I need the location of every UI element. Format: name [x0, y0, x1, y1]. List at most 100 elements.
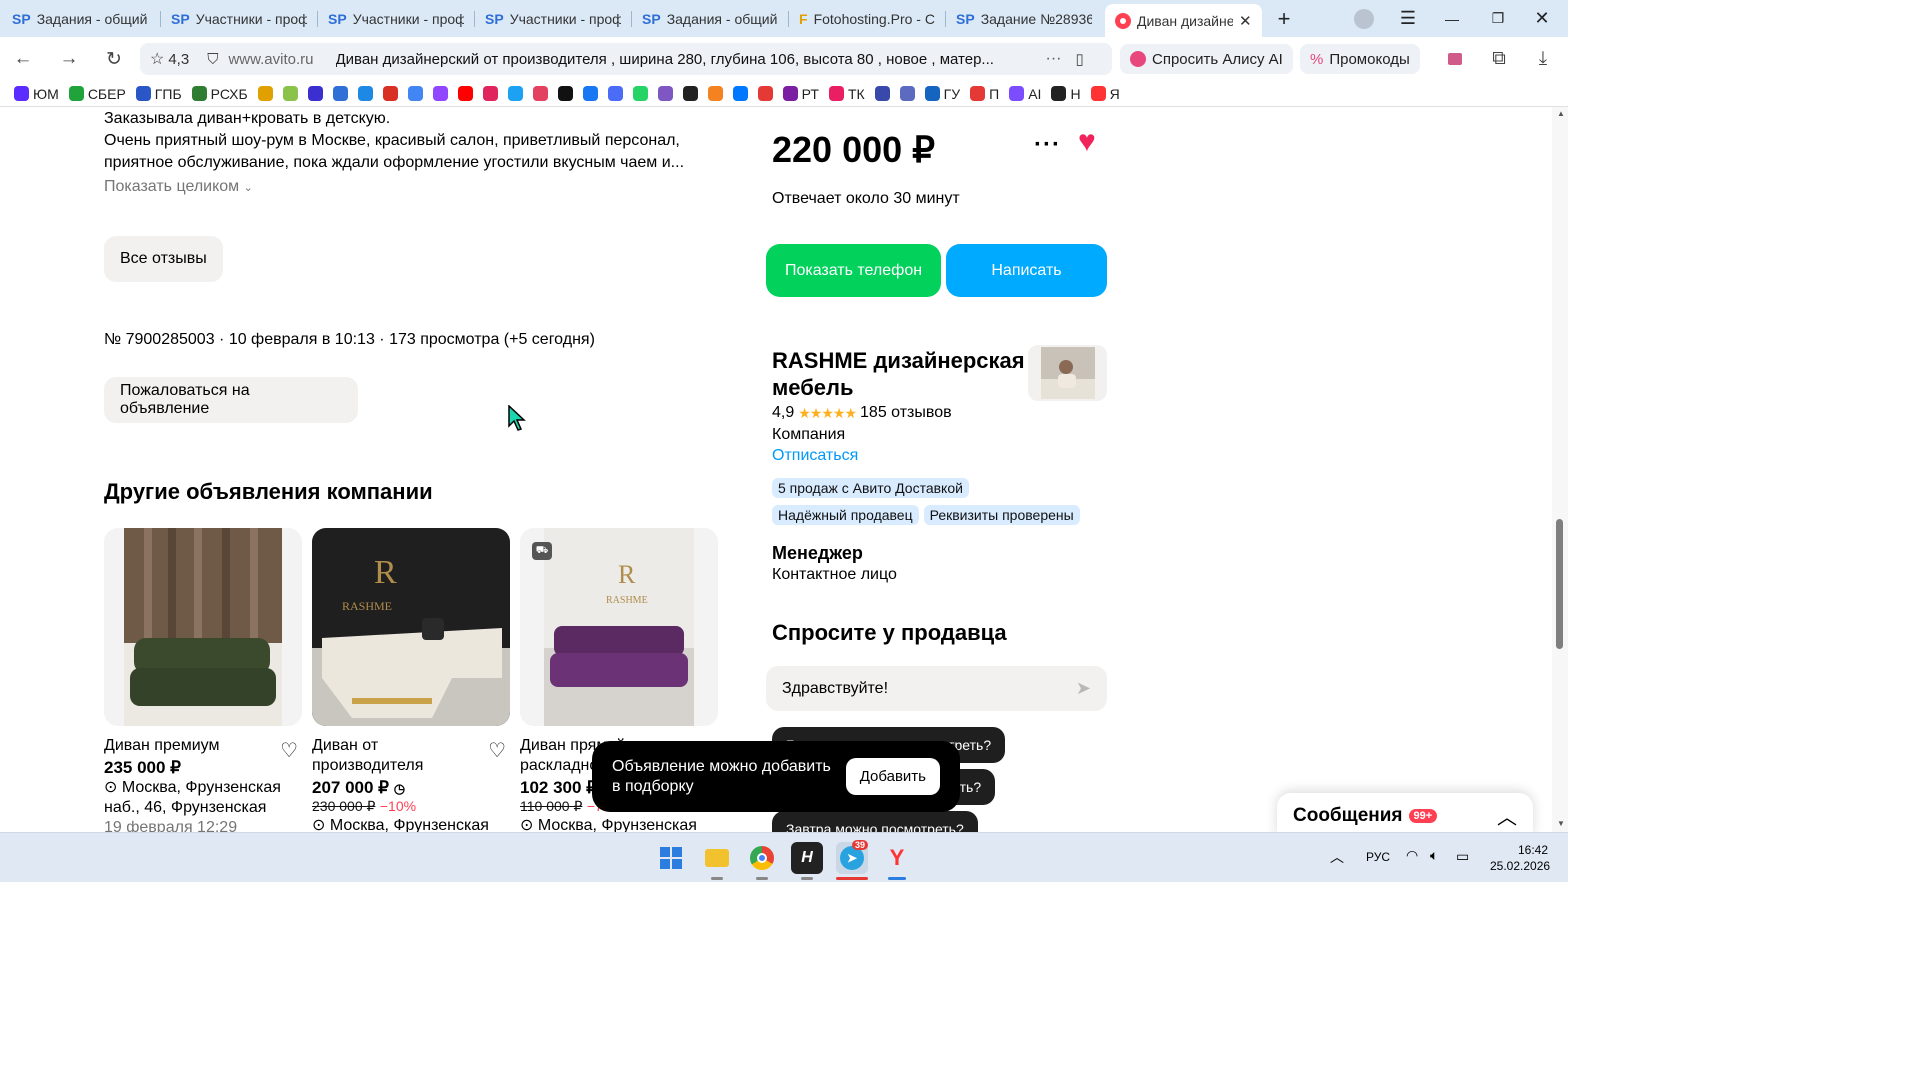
- bookmark-item[interactable]: СБЕР: [68, 86, 126, 102]
- favorite-heart-icon[interactable]: ♡: [488, 738, 506, 763]
- yandex-browser-icon[interactable]: Y: [881, 842, 913, 874]
- h-app-icon[interactable]: H: [791, 842, 823, 874]
- show-phone-button[interactable]: Показать телефон: [766, 244, 941, 297]
- favorite-heart-icon[interactable]: ♡: [280, 738, 298, 763]
- forward-button[interactable]: →: [54, 45, 84, 73]
- write-message-button[interactable]: Написать: [946, 244, 1107, 297]
- bookmark-item[interactable]: [757, 86, 773, 101]
- bookmark-item[interactable]: [557, 86, 573, 101]
- reliable-seller-badge[interactable]: Надёжный продавец: [772, 505, 919, 525]
- bookmark-item[interactable]: Я: [1090, 86, 1120, 102]
- star-icon[interactable]: ☆: [150, 49, 164, 69]
- extensions-icon[interactable]: ⧉: [1484, 45, 1514, 73]
- send-icon[interactable]: ➤: [1076, 678, 1091, 699]
- wifi-icon[interactable]: ◠: [1406, 847, 1418, 864]
- language-indicator[interactable]: РУС: [1366, 850, 1390, 864]
- bookmark-item[interactable]: ЮМ: [14, 86, 59, 102]
- reload-button[interactable]: ↻: [99, 45, 129, 73]
- bookmark-item[interactable]: [432, 86, 448, 101]
- bookmark-item[interactable]: [282, 86, 298, 101]
- url-field[interactable]: ☆ 4,3 ⛉ www.avito.ru Диван дизайнерский …: [140, 43, 1112, 75]
- tray-chevron-up-icon[interactable]: ︿: [1330, 847, 1344, 867]
- back-button[interactable]: ←: [8, 45, 38, 73]
- add-to-collection-button[interactable]: Добавить: [845, 758, 940, 795]
- verified-badge[interactable]: Реквизиты проверены: [923, 505, 1080, 525]
- bookmark-item[interactable]: [357, 86, 373, 101]
- minimize-button[interactable]: —: [1430, 0, 1474, 37]
- unsubscribe-link[interactable]: Отписаться: [772, 447, 858, 465]
- quick-question-chip[interactable]: Завтра можно посмотреть?: [772, 811, 978, 832]
- chrome-icon[interactable]: [746, 842, 778, 874]
- bookmark-item[interactable]: [507, 86, 523, 101]
- bookmark-item[interactable]: РСХБ: [191, 86, 248, 102]
- tab[interactable]: SP Участники - проф: [475, 4, 631, 34]
- listing-card[interactable]: R RASHME ♡ Диван от производителя 207 00…: [312, 528, 510, 832]
- more-icon[interactable]: ···: [1046, 50, 1062, 68]
- bookmark-item[interactable]: [257, 86, 273, 101]
- bookmark-item[interactable]: [657, 86, 673, 101]
- menu-icon[interactable]: ☰: [1386, 0, 1430, 37]
- bookmark-item[interactable]: ТК: [828, 86, 865, 102]
- promo-button[interactable]: % Промокоды: [1300, 44, 1420, 74]
- download-icon[interactable]: ⤓: [1528, 45, 1558, 73]
- scroll-down-arrow-icon[interactable]: ▼: [1557, 819, 1565, 828]
- tab[interactable]: SP Участники - проф: [318, 4, 474, 34]
- tab[interactable]: SP Задание №28936:: [946, 4, 1102, 34]
- page-scrollbar[interactable]: ▲ ▼: [1552, 107, 1568, 832]
- alice-button[interactable]: Спросить Алису AI: [1120, 44, 1293, 74]
- bookmark-item[interactable]: [332, 86, 348, 101]
- bookmark-item[interactable]: [899, 86, 915, 101]
- bookmark-item[interactable]: [382, 86, 398, 101]
- bookmark-item[interactable]: [682, 86, 698, 101]
- bookmark-item[interactable]: [874, 86, 890, 101]
- bookmark-item[interactable]: ГУ: [924, 86, 960, 102]
- listing-image[interactable]: R RASHME: [312, 528, 510, 726]
- volume-icon[interactable]: 🔈︎: [1430, 847, 1438, 864]
- seller-name[interactable]: RASHME дизайнерская мебель: [772, 347, 1027, 401]
- report-button[interactable]: Пожаловаться на объявление: [104, 377, 358, 423]
- tab[interactable]: SP Задания - общий с: [632, 4, 788, 34]
- favorite-heart-icon[interactable]: ♥: [1078, 125, 1096, 159]
- seller-rating[interactable]: 4,9 ★★★★★ 185 отзывов: [772, 404, 952, 422]
- chevron-up-icon[interactable]: ︿: [1497, 801, 1517, 830]
- listing-image[interactable]: [104, 528, 302, 726]
- bookmark-item[interactable]: [732, 86, 748, 101]
- bookmark-item[interactable]: [307, 86, 323, 101]
- bookmark-item[interactable]: [607, 86, 623, 101]
- bookmark-item[interactable]: [582, 86, 598, 101]
- bookmark-icon[interactable]: ▯: [1075, 50, 1083, 68]
- show-full-link[interactable]: Показать целиком ⌄: [104, 178, 253, 196]
- clock[interactable]: 16:42 25.02.2026: [1490, 842, 1550, 874]
- message-input[interactable]: Здравствуйте! ➤: [766, 666, 1107, 711]
- all-reviews-button[interactable]: Все отзывы: [104, 236, 223, 282]
- close-window-button[interactable]: ✕: [1520, 0, 1564, 37]
- more-options-icon[interactable]: ···: [1034, 131, 1061, 159]
- tab[interactable]: SP Участники - проф: [161, 4, 317, 34]
- bookmark-item[interactable]: Н: [1051, 86, 1081, 102]
- messages-widget[interactable]: Сообщения 99+ ︿: [1277, 793, 1533, 832]
- bookmark-item[interactable]: [532, 86, 548, 101]
- bookmark-item[interactable]: ГПБ: [135, 86, 182, 102]
- bookmark-item[interactable]: [457, 86, 473, 101]
- bookmark-item[interactable]: [632, 86, 648, 101]
- listing-card[interactable]: ♡ Диван премиум 235 000 ₽ ⊙ Москва, Фрун…: [104, 528, 302, 832]
- windows-start-icon[interactable]: [655, 842, 687, 874]
- seller-avatar[interactable]: [1028, 345, 1107, 401]
- battery-icon[interactable]: ▭: [1456, 848, 1469, 865]
- bookmark-item[interactable]: [707, 86, 723, 101]
- scroll-thumb[interactable]: [1556, 519, 1563, 649]
- tab-active[interactable]: Диван дизайне ✕: [1105, 4, 1262, 37]
- tab[interactable]: F Fotohosting.Pro - С: [789, 4, 945, 34]
- scroll-up-arrow-icon[interactable]: ▲: [1557, 109, 1565, 118]
- bookmark-item[interactable]: РТ: [782, 86, 819, 102]
- restore-button[interactable]: ❐: [1476, 0, 1520, 37]
- tab[interactable]: SP Задания - общий с: [2, 4, 160, 34]
- profile-icon[interactable]: [1342, 0, 1386, 37]
- shield-icon[interactable]: ⛉: [207, 51, 218, 68]
- bookmark-item[interactable]: [407, 86, 423, 101]
- picture-icon[interactable]: [1440, 45, 1470, 73]
- telegram-icon[interactable]: ➤ 39: [836, 840, 868, 874]
- listing-image[interactable]: R RASHME ⛟: [520, 528, 718, 726]
- bookmark-item[interactable]: AI: [1009, 86, 1041, 102]
- bookmark-item[interactable]: П: [970, 86, 999, 102]
